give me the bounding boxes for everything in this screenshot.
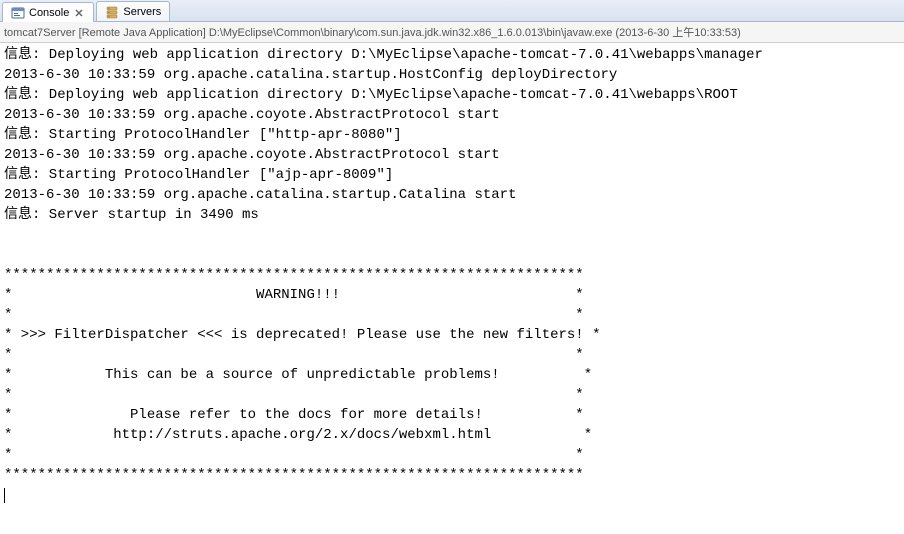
tab-bar: Console Servers [0, 0, 904, 22]
text-cursor [4, 488, 5, 503]
console-icon [11, 6, 25, 20]
servers-icon [105, 5, 119, 19]
console-output[interactable]: 信息: Deploying web application directory … [0, 43, 904, 507]
tab-servers-label: Servers [123, 6, 161, 18]
tab-console-label: Console [29, 7, 69, 19]
process-info: tomcat7Server [Remote Java Application] … [0, 22, 904, 43]
tab-console[interactable]: Console [2, 2, 94, 22]
tab-servers[interactable]: Servers [96, 1, 170, 21]
close-icon[interactable] [73, 7, 85, 19]
